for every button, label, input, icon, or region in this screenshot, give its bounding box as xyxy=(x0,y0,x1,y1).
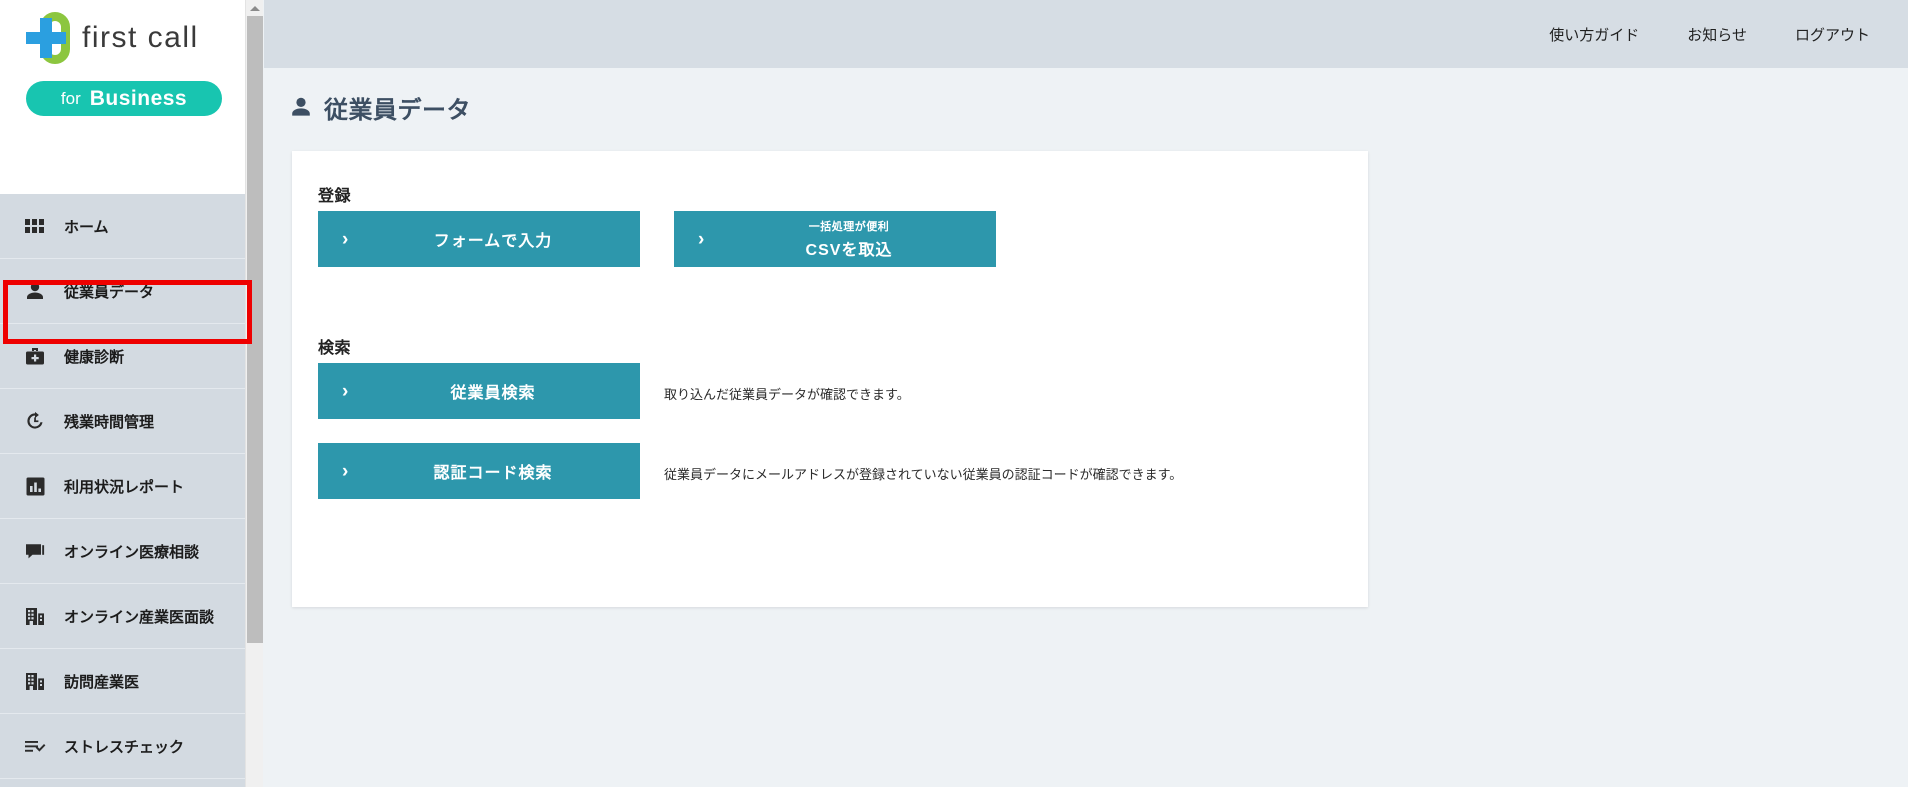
header-link-guide[interactable]: 使い方ガイド xyxy=(1549,24,1639,45)
sidebar-item-home[interactable]: ホーム xyxy=(0,194,245,259)
form-input-button-label: フォームで入力 xyxy=(433,233,553,250)
section-heading-register: 登録 xyxy=(318,188,352,205)
sidebar-item-usage-report[interactable]: 利用状況レポート xyxy=(0,454,245,519)
sidebar-item-overtime-management[interactable]: 残業時間管理 xyxy=(0,389,245,454)
sidebar-scrollbar[interactable] xyxy=(245,0,263,787)
section-heading-search: 検索 xyxy=(318,340,352,357)
sidebar-navigation: first call for Business ホーム 従業員データ 健康診断 … xyxy=(0,0,245,787)
page-title-text: 従業員データ xyxy=(324,97,471,124)
building-icon xyxy=(24,605,46,627)
sidebar-item-label: 利用状況レポート xyxy=(64,478,185,496)
brand-logo: first call xyxy=(26,12,199,64)
employee-data-card: 登録 › フォームで入力 › 一括処理が便利 CSVを取込 検索 › 従業員検索… xyxy=(292,151,1368,607)
grid-icon xyxy=(24,215,46,237)
sidebar-item-health-checkup[interactable]: 健康診断 xyxy=(0,324,245,389)
badge-business-label: Business xyxy=(89,86,188,110)
employee-search-description: 取り込んだ従業員データが確認できます。 xyxy=(664,387,910,402)
scrollbar-thumb[interactable] xyxy=(247,16,263,643)
sidebar-item-label: オンライン産業医面談 xyxy=(64,608,215,626)
brand-business-badge: for Business xyxy=(26,81,222,116)
brand-logo-text: first call xyxy=(82,21,199,54)
chevron-right-icon: › xyxy=(698,228,705,250)
sidebar-item-label: 訪問産業医 xyxy=(64,673,140,691)
auth-code-search-description: 従業員データにメールアドレスが登録されていない従業員の認証コードが確認できます。 xyxy=(664,467,1183,482)
sidebar-item-onsite-occupational-physician[interactable]: 訪問産業医 xyxy=(0,649,245,714)
sidebar-item-label: ホーム xyxy=(64,218,109,236)
sidebar-item-online-medical-consultation[interactable]: オンライン医療相談 xyxy=(0,519,245,584)
person-icon xyxy=(24,280,46,302)
auth-code-search-button[interactable]: › 認証コード検索 xyxy=(318,443,640,499)
application-window: first call for Business ホーム 従業員データ 健康診断 … xyxy=(0,0,1908,787)
sidebar-item-label: 健康診断 xyxy=(64,348,125,366)
sidebar-item-employee-data[interactable]: 従業員データ xyxy=(0,259,245,324)
firstcall-cross-logo-icon xyxy=(26,12,70,64)
sidebar-item-label: オンライン医療相談 xyxy=(64,543,200,561)
employee-search-button-label: 従業員検索 xyxy=(450,385,536,402)
employee-search-button[interactable]: › 従業員検索 xyxy=(318,363,640,419)
brand-logo-area[interactable]: first call for Business xyxy=(0,0,245,194)
form-input-button[interactable]: › フォームで入力 xyxy=(318,211,640,267)
chevron-right-icon: › xyxy=(342,380,349,402)
chevron-right-icon: › xyxy=(342,460,349,482)
sidebar-item-label: 残業時間管理 xyxy=(64,413,155,431)
chat-bubble-icon xyxy=(24,540,46,562)
top-header-bar: 使い方ガイド お知らせ ログアウト xyxy=(264,0,1908,68)
building-icon xyxy=(24,670,46,692)
badge-for-label: for xyxy=(60,88,81,108)
auth-code-search-button-label: 認証コード検索 xyxy=(433,465,553,482)
person-icon xyxy=(290,96,312,120)
bar-chart-icon xyxy=(24,475,46,497)
csv-import-button[interactable]: › 一括処理が便利 CSVを取込 xyxy=(674,211,996,267)
scroll-up-arrow-icon[interactable] xyxy=(246,0,263,16)
sidebar-item-label: 従業員データ xyxy=(64,283,155,301)
sidebar-item-label: ストレスチェック xyxy=(64,738,185,756)
csv-import-button-sublabel: 一括処理が便利 xyxy=(808,221,890,233)
clock-rotate-icon xyxy=(24,410,46,432)
medical-bag-icon xyxy=(24,345,46,367)
page-title: 従業員データ xyxy=(290,90,471,125)
checklist-icon xyxy=(24,735,46,757)
header-link-logout[interactable]: ログアウト xyxy=(1795,24,1870,45)
sidebar-item-stress-check[interactable]: ストレスチェック xyxy=(0,714,245,779)
header-link-notices[interactable]: お知らせ xyxy=(1687,24,1747,45)
csv-import-button-label: CSVを取込 xyxy=(805,242,893,259)
sidebar-item-online-occupational-physician[interactable]: オンライン産業医面談 xyxy=(0,584,245,649)
chevron-right-icon: › xyxy=(342,228,349,250)
